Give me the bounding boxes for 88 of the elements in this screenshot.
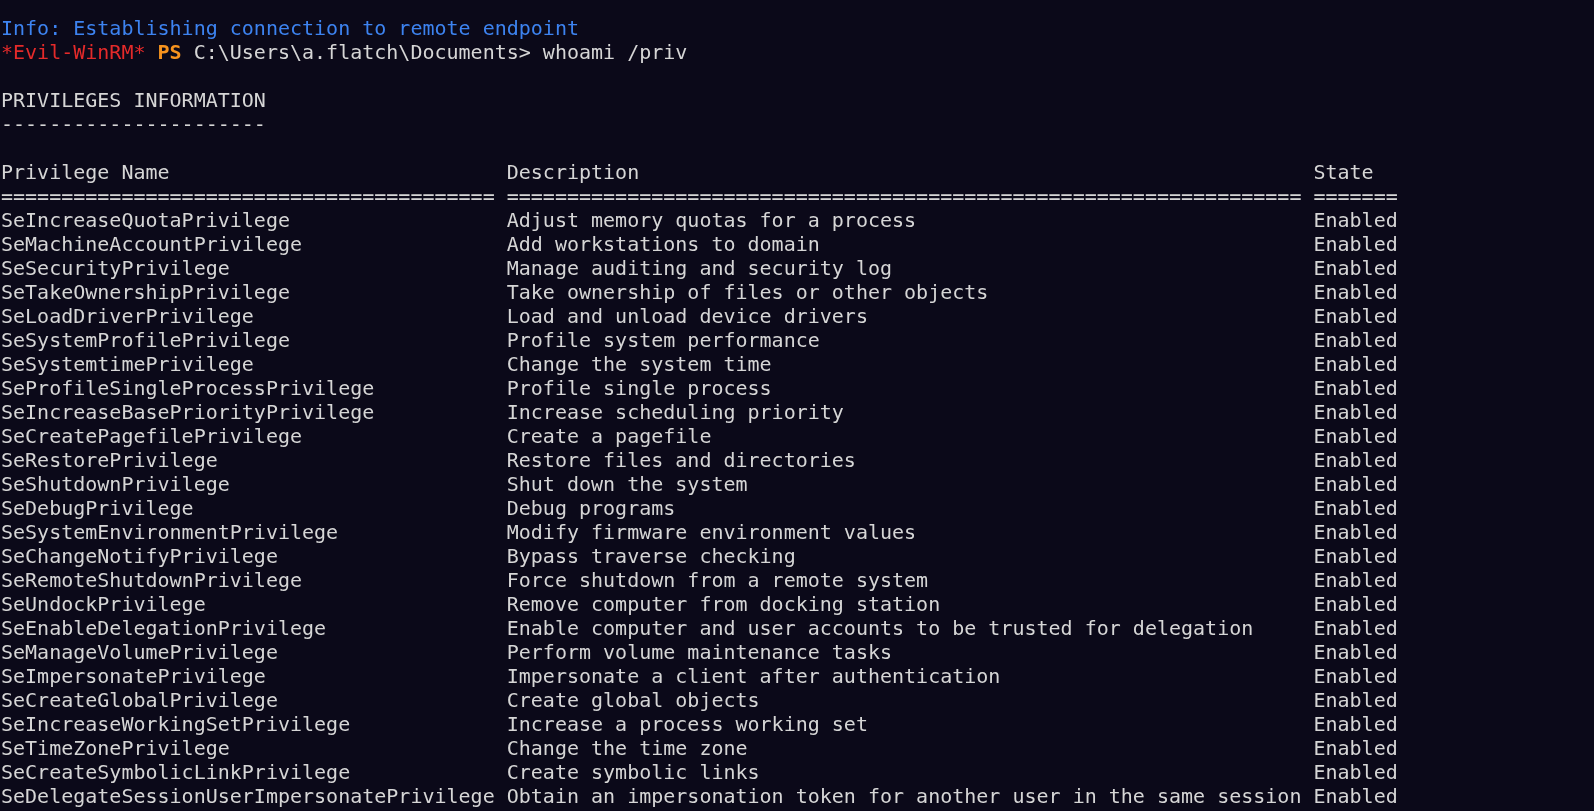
privilege-name: SeTakeOwnershipPrivilege: [1, 280, 290, 304]
shell-tag: *Evil-WinRM*: [1, 40, 146, 64]
privilege-name: SeEnableDelegationPrivilege: [1, 616, 327, 640]
privilege-name: SeShutdownPrivilege: [1, 472, 230, 496]
privilege-description: Manage auditing and security log: [506, 256, 893, 280]
privilege-description: Profile system performance: [506, 328, 820, 352]
privilege-state: Enabled: [1313, 736, 1398, 760]
privilege-state: Enabled: [1313, 376, 1398, 400]
section-title: PRIVILEGES INFORMATION: [1, 88, 266, 112]
privilege-state: Enabled: [1313, 760, 1398, 784]
privilege-name: SeSystemProfilePrivilege: [1, 328, 290, 352]
privilege-state: Enabled: [1313, 328, 1398, 352]
privilege-state: Enabled: [1313, 424, 1398, 448]
header-rule: =========================================: [1, 184, 495, 208]
header-rule: ==================================================================: [506, 184, 1302, 208]
privilege-name: SeDebugPrivilege: [1, 496, 194, 520]
privilege-name: SeRestorePrivilege: [1, 448, 218, 472]
privilege-description: Impersonate a client after authentication: [506, 664, 1001, 688]
privilege-description: Create global objects: [506, 688, 760, 712]
privilege-state: Enabled: [1313, 232, 1398, 256]
privilege-name: SeSystemEnvironmentPrivilege: [1, 520, 339, 544]
privilege-state: Enabled: [1313, 304, 1398, 328]
privilege-name: SeChangeNotifyPrivilege: [1, 544, 278, 568]
privilege-name: SeTimeZonePrivilege: [1, 736, 230, 760]
privilege-name: SeProfileSingleProcessPrivilege: [1, 376, 375, 400]
privilege-description: Adjust memory quotas for a process: [506, 208, 917, 232]
privilege-state: Enabled: [1313, 784, 1398, 808]
privilege-state: Enabled: [1313, 568, 1398, 592]
privilege-name: SeIncreaseQuotaPrivilege: [1, 208, 290, 232]
privilege-description: Remove computer from docking station: [506, 592, 941, 616]
privilege-name: SeDelegateSessionUserImpersonatePrivilege: [1, 784, 495, 808]
privilege-description: Take ownership of files or other objects: [506, 280, 989, 304]
privilege-state: Enabled: [1313, 592, 1398, 616]
privilege-state: Enabled: [1313, 352, 1398, 376]
privilege-state: Enabled: [1313, 544, 1398, 568]
privilege-description: Enable computer and user accounts to be trusted for delegation: [506, 616, 1254, 640]
column-header: Privilege Name: [1, 160, 170, 184]
section-underline: ----------------------: [1, 112, 266, 136]
privilege-description: Debug programs: [506, 496, 676, 520]
privilege-description: Change the time zone: [506, 736, 748, 760]
privilege-state: Enabled: [1313, 256, 1398, 280]
prompt-path: C:\Users\a.flatch\Documents>: [193, 40, 531, 64]
privilege-name: SeSecurityPrivilege: [1, 256, 230, 280]
privilege-name: SeCreateGlobalPrivilege: [1, 688, 278, 712]
privilege-description: Force shutdown from a remote system: [506, 568, 929, 592]
privilege-name: SeCreatePagefilePrivilege: [1, 424, 303, 448]
privilege-state: Enabled: [1313, 640, 1398, 664]
privilege-description: Create a pagefile: [506, 424, 712, 448]
privilege-name: SeSystemtimePrivilege: [1, 352, 254, 376]
privilege-state: Enabled: [1313, 208, 1398, 232]
privilege-state: Enabled: [1313, 688, 1398, 712]
privilege-description: Create symbolic links: [506, 760, 760, 784]
privilege-description: Bypass traverse checking: [506, 544, 796, 568]
privilege-name: SeRemoteShutdownPrivilege: [1, 568, 303, 592]
privilege-description: Obtain an impersonation token for another user in the same session: [506, 784, 1302, 808]
privilege-state: Enabled: [1313, 712, 1398, 736]
privilege-description: Load and unload device drivers: [506, 304, 868, 328]
privilege-state: Enabled: [1313, 520, 1398, 544]
privilege-description: Profile single process: [506, 376, 772, 400]
privilege-description: Shut down the system: [506, 472, 748, 496]
privilege-description: Increase a process working set: [506, 712, 868, 736]
privilege-name: SeMachineAccountPrivilege: [1, 232, 303, 256]
privilege-state: Enabled: [1313, 280, 1398, 304]
column-header: State: [1313, 160, 1374, 184]
privilege-name: SeIncreaseWorkingSetPrivilege: [1, 712, 351, 736]
privilege-description: Perform volume maintenance tasks: [506, 640, 893, 664]
privilege-state: Enabled: [1313, 616, 1398, 640]
info-message: Info: Establishing connection to remote endpoint: [1, 16, 579, 40]
privilege-state: Enabled: [1313, 400, 1398, 424]
privilege-name: SeLoadDriverPrivilege: [1, 304, 254, 328]
privilege-name: SeCreateSymbolicLinkPrivilege: [1, 760, 351, 784]
privilege-state: Enabled: [1313, 472, 1398, 496]
command-text: whoami /priv: [542, 40, 688, 64]
privilege-description: Increase scheduling priority: [506, 400, 844, 424]
ps-label: PS: [157, 40, 182, 64]
privilege-name: SeManageVolumePrivilege: [1, 640, 278, 664]
privilege-name: SeUndockPrivilege: [1, 592, 206, 616]
privilege-state: Enabled: [1313, 496, 1398, 520]
column-header: Description: [506, 160, 640, 184]
privilege-name: SeIncreaseBasePriorityPrivilege: [1, 400, 375, 424]
privilege-description: Add workstations to domain: [506, 232, 820, 256]
privilege-description: Change the system time: [506, 352, 772, 376]
privilege-name: SeImpersonatePrivilege: [1, 664, 266, 688]
privilege-state: Enabled: [1313, 448, 1398, 472]
privilege-description: Modify firmware environment values: [506, 520, 917, 544]
privilege-state: Enabled: [1313, 664, 1398, 688]
privilege-description: Restore files and directories: [506, 448, 856, 472]
header-rule: =======: [1313, 184, 1398, 208]
